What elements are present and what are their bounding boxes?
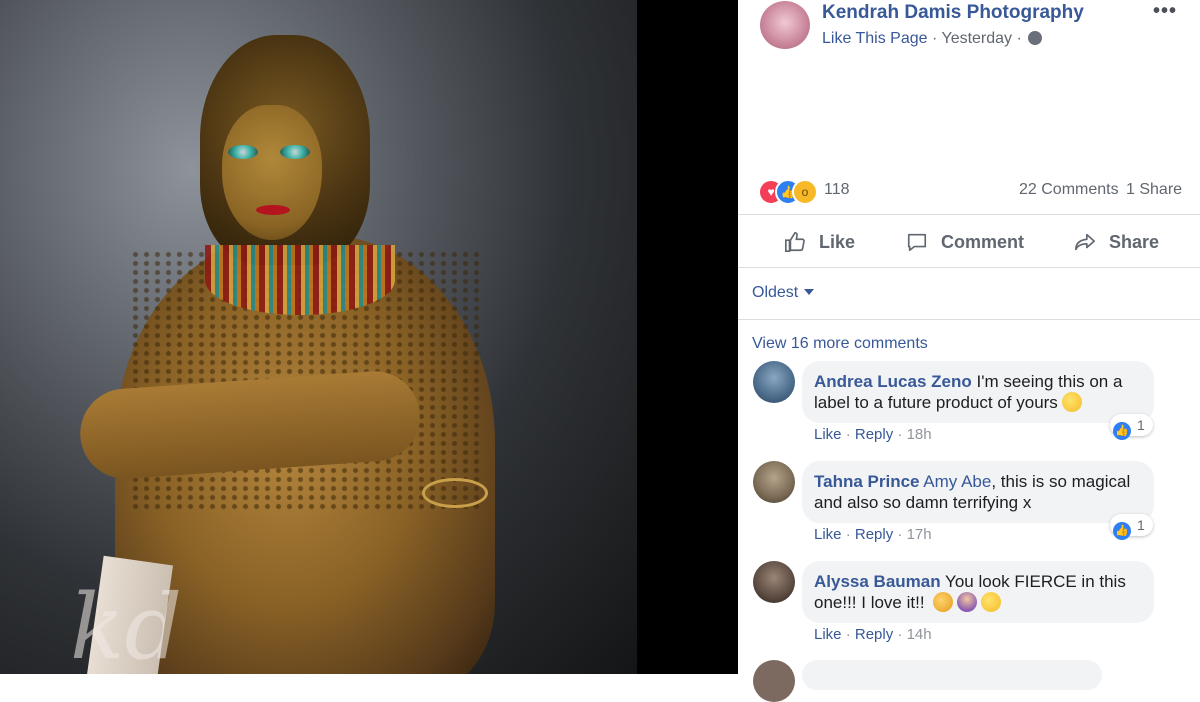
- divider: [738, 267, 1200, 268]
- commenter-avatar[interactable]: [753, 461, 795, 503]
- comment-like-link[interactable]: Like: [814, 626, 842, 643]
- page-avatar[interactable]: [760, 1, 810, 49]
- comment-bubble: Tahna Prince Amy Abe, this is so magical…: [802, 461, 1154, 523]
- photo-viewer-background: [637, 0, 738, 674]
- like-button-label: Like: [819, 232, 856, 252]
- commenter-avatar[interactable]: [753, 361, 795, 403]
- page-name-link[interactable]: Kendrah Damis Photography: [822, 2, 1084, 24]
- grin-emoji-icon: [981, 592, 1002, 612]
- more-options-icon[interactable]: •••: [1153, 0, 1177, 23]
- like-page-link[interactable]: Like This Page: [822, 30, 928, 47]
- post-photo[interactable]: kd: [0, 0, 637, 674]
- photo-figure-face: [222, 105, 322, 240]
- comment-bubble: [802, 660, 1102, 690]
- comment-time[interactable]: 18h: [907, 426, 932, 443]
- like-reaction-icon: 👍: [1113, 522, 1131, 540]
- comment-actions: Like · Reply · 14h: [814, 626, 932, 643]
- tagged-user-link[interactable]: Amy Abe: [923, 472, 991, 491]
- comment-reply-link[interactable]: Reply: [855, 426, 893, 443]
- commenter-avatar[interactable]: [753, 561, 795, 603]
- comment-reply-link[interactable]: Reply: [855, 626, 893, 643]
- photo-necklace: [205, 245, 395, 315]
- like-reaction-icon: 👍: [1113, 422, 1131, 440]
- comment-bubble: Andrea Lucas Zeno I'm seeing this on a l…: [802, 361, 1154, 423]
- woman-emoji-icon: [957, 592, 978, 612]
- meta-separator: ·: [932, 30, 938, 47]
- wow-reaction-icon: o: [792, 179, 818, 205]
- post-meta: Like This Page · Yesterday ·: [822, 30, 1043, 48]
- comment-actions: Like · Reply · 17h: [814, 526, 932, 543]
- share-icon: [1075, 233, 1095, 251]
- comment-like-count[interactable]: 👍 1: [1110, 414, 1153, 440]
- comment-like-number: 1: [1137, 517, 1145, 533]
- comment-reply-link[interactable]: Reply: [855, 526, 893, 543]
- post-sidebar: Kendrah Damis Photography Like This Page…: [738, 0, 1200, 702]
- divider: [738, 319, 1200, 320]
- comment-actions: Like · Reply · 18h: [814, 426, 932, 443]
- comment-like-count[interactable]: 👍 1: [1110, 514, 1153, 540]
- comment-sort-label: Oldest: [752, 284, 799, 301]
- flexed-biceps-emoji-icon: [933, 592, 954, 612]
- comment-bubble: Alyssa Bauman You look FIERCE in this on…: [802, 561, 1154, 623]
- view-more-comments-link[interactable]: View 16 more comments: [752, 335, 928, 353]
- photo-armband: [422, 478, 488, 508]
- photo-watermark: kd: [70, 575, 183, 674]
- comment-button-label: Comment: [941, 232, 1025, 252]
- share-button-label: Share: [1109, 232, 1160, 252]
- photo-eye-right: [280, 145, 310, 159]
- comment-like-number: 1: [1137, 417, 1145, 433]
- comments-count-link[interactable]: 22 Comments: [1019, 181, 1119, 199]
- photo-eye-left: [228, 145, 258, 159]
- thumbs-up-icon: [785, 232, 805, 252]
- commenter-avatar[interactable]: [753, 660, 795, 702]
- like-button[interactable]: Like: [784, 229, 855, 255]
- comment-like-link[interactable]: Like: [814, 526, 842, 543]
- shares-count-link[interactable]: 1 Share: [1126, 181, 1182, 199]
- comment-author[interactable]: Andrea Lucas Zeno: [814, 372, 972, 391]
- comment-button[interactable]: Comment: [906, 229, 1024, 255]
- post-timestamp[interactable]: Yesterday: [941, 30, 1012, 47]
- comment-author[interactable]: Alyssa Bauman: [814, 572, 941, 591]
- photo-lips: [256, 205, 290, 215]
- comment-time[interactable]: 17h: [907, 526, 932, 543]
- comment-icon: [907, 233, 927, 252]
- share-button[interactable]: Share: [1074, 229, 1159, 255]
- divider: [738, 214, 1200, 215]
- meta-separator: ·: [1016, 30, 1022, 47]
- comment-like-link[interactable]: Like: [814, 426, 842, 443]
- comment-time[interactable]: 14h: [907, 626, 932, 643]
- comment-sort-dropdown[interactable]: Oldest: [752, 284, 815, 302]
- globe-icon: [1028, 31, 1043, 45]
- wink-emoji-icon: [1061, 392, 1082, 412]
- caret-down-icon: [804, 289, 815, 295]
- reaction-count[interactable]: 118: [824, 181, 850, 199]
- comment-author[interactable]: Tahna Prince: [814, 472, 920, 491]
